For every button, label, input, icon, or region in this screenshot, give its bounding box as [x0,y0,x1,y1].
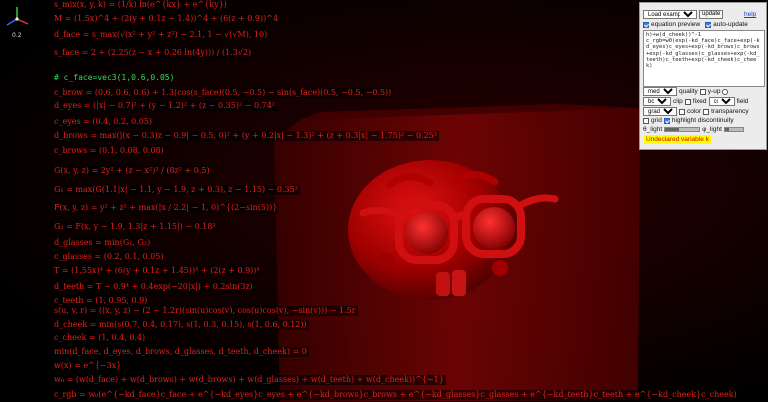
color-label: color [687,108,702,115]
field-select[interactable]: color [708,97,735,106]
equation-line: min(d_face, d_eyes, d_brows, d_glasses, … [52,347,309,357]
color-checkbox[interactable] [679,108,685,115]
equation-line: c_cheek = (1, 0.4, 0.4) [52,333,148,343]
grid-row: grid highlight discontinuity [643,117,734,124]
equation-code-editor[interactable]: h)+w(d_cheek))^-1 c_rgb=w0(exp(-kd_face)… [643,30,765,87]
equation-preview-label: equation preview [651,21,701,28]
grid-label: grid [651,117,662,124]
transparency-checkbox[interactable] [703,108,710,115]
theta-light-slider[interactable] [664,127,701,132]
fixed-label: fixed [692,98,707,105]
highlight-discontinuity-checkbox[interactable] [663,117,670,124]
light-row: θ_light φ_light [643,126,744,133]
control-panel: Load example... update help equation pre… [639,2,767,150]
quality-select[interactable]: medium [643,87,677,96]
tooth-right [452,270,466,296]
auto-update-label: auto-update [713,21,748,28]
phi-light-label: φ_light [702,126,722,133]
gizmo-value: 0.2 [12,32,22,39]
fixed-checkbox[interactable] [684,98,691,105]
equation-line: s_mix(x, y, k) = (1/k) ln(e^{kx} + e^{ky… [52,0,229,10]
equation-line: d_cheek = min(s(0.7, 0.4, 0.17), s(1, 0.… [52,320,309,330]
help-link[interactable]: help [744,11,756,18]
equation-line: s(u, v, r) = ((x, y, z) − (2 − 1.2r)(sin… [52,306,358,316]
transparency-label: transparency [711,108,749,115]
equation-preview-overlay: s_mix(x, y, k) = (1/k) ln(e^{kx} + e^{ky… [46,0,739,402]
equation-line: c_rgb = w₀(e^{−kd_face}c_face + e^{−kd_e… [52,390,739,400]
equation-line: G(x, y, z) = 2y² + (z − x²)² / (8z² + 0.… [52,166,212,176]
y-up-checkbox[interactable] [699,88,706,95]
shading-row: gradient color transparency [643,107,749,116]
equation-preview-checkbox[interactable] [643,21,649,28]
equation-line: G₁ = max(G(1.1|x| − 1.1, y − 1.9, z + 0.… [52,185,300,195]
equation-line: c_teeth = (1, 0.95, 0.9) [52,296,150,306]
error-message: Undeclared variable k [644,135,711,144]
equation-line: c_brow = (0.6, 0.6, 0.6) + 1.3(cos(s_fac… [52,88,394,98]
highlight-discontinuity-label: highlight discontinuity [671,117,734,124]
axis-gizmo[interactable]: 0.2 [2,4,32,40]
equation-line: c_eyes = (0.4, 0.2, 0.05) [52,117,155,127]
preview-options-row: equation preview auto-update [643,21,748,28]
update-button[interactable]: update [699,10,724,19]
equation-line: T = (1.55x)⁴ + (6(y + 0.1z + 1.45))⁴ + (… [52,266,262,276]
equation-line: d_face = s_max(√(x² + y² + z²) − 2.1, 1 … [52,30,270,40]
load-example-select[interactable]: Load example... [643,10,697,19]
quality-row: medium quality y-up [643,87,729,96]
equation-line: d_brows = max(|(x − 0.3)z − 0.9| − 0.5, … [52,131,439,141]
auto-update-checkbox[interactable] [705,21,712,28]
field-label: field [736,98,749,105]
equation-line: d_eyes = (|x| − 0.7)² + (y − 1.2)² + (z … [52,101,277,111]
phi-light-slider[interactable] [723,127,744,132]
toolbar-row: Load example... update [643,10,724,19]
theta-light-label: θ_light [643,126,663,133]
right-eye [473,207,515,249]
equation-line: w₀ = (w(d_face) + w(d_brows) + w(d_brows… [52,375,446,385]
clip-label: clip [673,98,683,105]
equation-line: c_glasses = (0.2, 0.1, 0.05) [52,252,166,262]
quality-label: quality [679,88,698,95]
equation-line: s_face = 2 + (2.25(z − x + 0.26 ln(4y)))… [52,48,254,58]
cheek-right [492,260,508,276]
y-up-radio[interactable] [722,88,729,95]
equation-line: d_glasses = min(G₁, G₂) [52,238,153,248]
grid-checkbox[interactable] [643,117,649,124]
equation-line: G₂ = F(x, y − 1.9, 1.3|z + 1.15|) − 0.18… [52,222,218,232]
clip-row: box clip fixed color field [643,97,748,106]
y-up-label: y-up [707,88,721,95]
equation-line: d_teeth = T − 0.9⁴ + 0.4exp(−20|x|) + 0.… [52,282,255,292]
equation-line: c_brows = (0.1, 0.08, 0.08) [52,146,166,156]
equation-line: # c_face=vec3(1,0.6,0.05) [54,73,175,82]
shading-select[interactable]: gradient [643,107,677,116]
equation-line: M = (1.5x)^4 + (2(y + 0.1z − 1.4))^4 + (… [52,14,281,24]
clip-select[interactable]: box [643,97,671,106]
equation-line: w(x) = e^{−3x} [52,361,124,371]
equation-line: F(x, y, z) = y² + z² + max(|x / 2.2| − 1… [52,203,280,213]
